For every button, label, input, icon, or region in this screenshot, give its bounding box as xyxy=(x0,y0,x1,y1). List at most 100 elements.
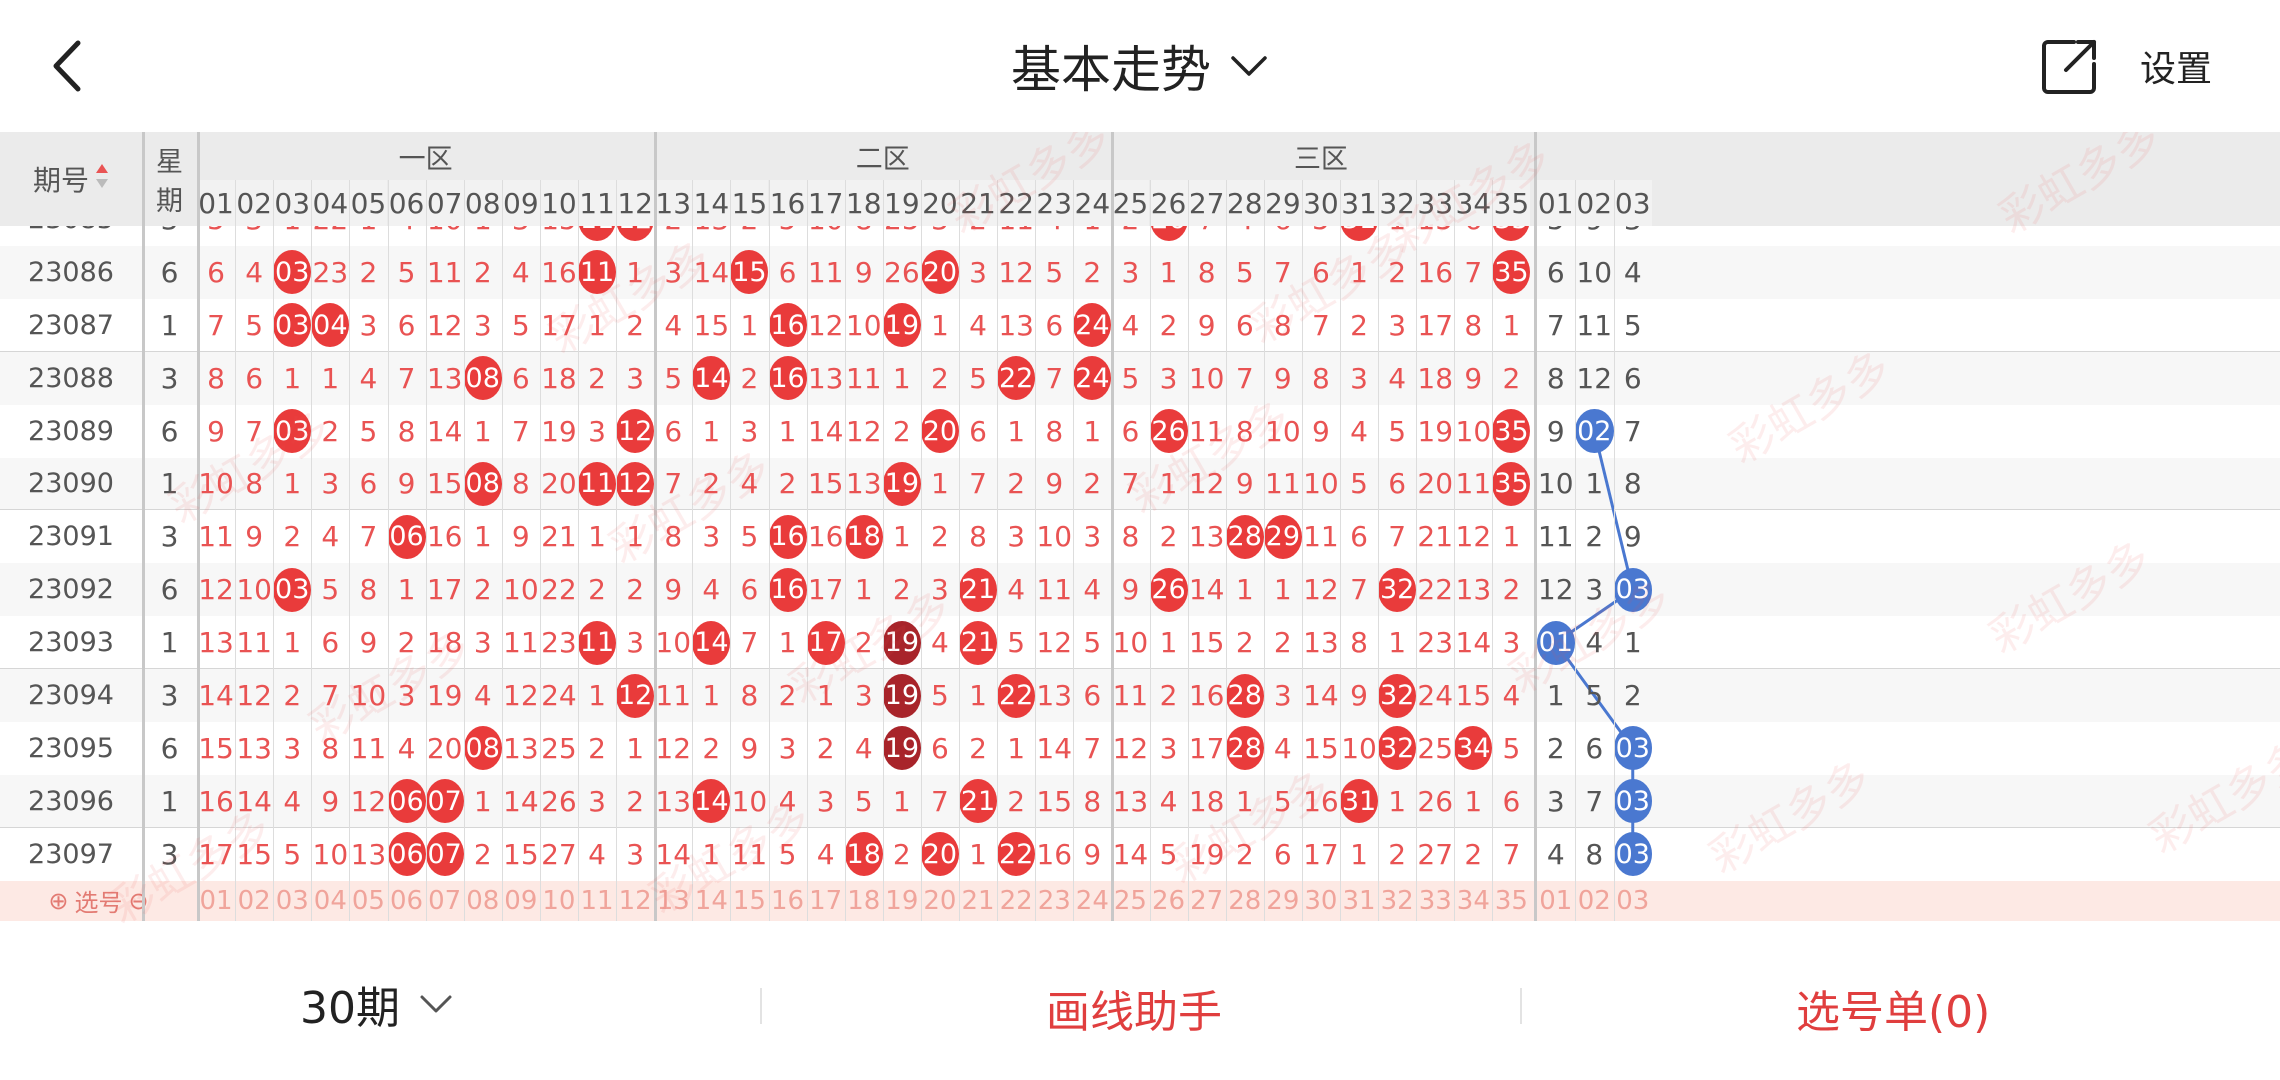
number-cell: 04 xyxy=(311,299,350,352)
title-dropdown[interactable]: 基本走势 xyxy=(1011,30,1269,102)
number-cell: 1 xyxy=(283,361,302,395)
number-cell: 14 xyxy=(1303,679,1339,713)
select-back-number[interactable]: 01 xyxy=(1537,881,1576,921)
select-number[interactable]: 10 xyxy=(540,881,578,921)
number-cell: 1 xyxy=(702,414,721,448)
settings-button[interactable]: 设置 xyxy=(2140,40,2212,92)
select-number[interactable]: 26 xyxy=(1150,881,1188,921)
number-cell: 14 xyxy=(655,837,692,871)
select-number[interactable]: 13 xyxy=(654,881,692,921)
number-cell: 9 xyxy=(1312,414,1330,448)
number-cell: 4 xyxy=(1007,573,1026,607)
number-cell: 13 xyxy=(1036,679,1073,713)
column-header: 22 xyxy=(997,180,1036,226)
number-cell: 2 xyxy=(969,731,987,765)
drawn-number-ball: 20 xyxy=(920,250,959,295)
select-number[interactable]: 06 xyxy=(388,881,426,921)
select-number[interactable]: 02 xyxy=(235,881,273,921)
select-number[interactable]: 31 xyxy=(1340,881,1378,921)
select-number[interactable]: 32 xyxy=(1378,881,1416,921)
number-cell: 16 xyxy=(768,563,807,616)
number-cell: 9 xyxy=(1197,308,1216,342)
select-number[interactable]: 30 xyxy=(1302,881,1340,921)
select-number[interactable]: 19 xyxy=(883,881,921,921)
number-cell: 9 xyxy=(1083,837,1102,871)
select-number[interactable]: 20 xyxy=(921,881,959,921)
column-divider xyxy=(539,180,541,921)
select-number[interactable]: 25 xyxy=(1111,881,1149,921)
select-number[interactable]: 04 xyxy=(311,881,349,921)
column-header: 08 xyxy=(463,180,502,226)
select-number[interactable]: 29 xyxy=(1264,881,1302,921)
select-number[interactable]: 24 xyxy=(1073,881,1111,921)
select-number[interactable]: 27 xyxy=(1188,881,1226,921)
plus-circle-icon: ⊕ xyxy=(48,886,69,915)
trend-table[interactable]: 2308535312214101315111221325108253211412… xyxy=(0,132,2280,932)
selection-list-button[interactable]: 选号单(0) xyxy=(1796,976,1990,1040)
issue-header[interactable]: 期号 xyxy=(0,132,142,226)
drawn-number-ball: 35 xyxy=(1492,461,1531,506)
select-number[interactable]: 16 xyxy=(769,881,807,921)
select-number[interactable]: 15 xyxy=(730,881,768,921)
select-number[interactable]: 01 xyxy=(197,881,235,921)
number-cell: 3 xyxy=(1083,520,1102,554)
number-cell: 1 xyxy=(854,573,873,607)
number-cell: 6 xyxy=(359,467,378,501)
select-number[interactable]: 21 xyxy=(959,881,997,921)
number-cell: 20 xyxy=(426,731,463,765)
select-number[interactable]: 05 xyxy=(349,881,387,921)
number-cell: 6 xyxy=(1273,837,1292,871)
number-cell: 1 xyxy=(1464,784,1483,818)
select-number[interactable]: 11 xyxy=(578,881,616,921)
select-back-number[interactable]: 02 xyxy=(1575,881,1614,921)
number-cell: 3 xyxy=(626,626,645,660)
select-number[interactable]: 03 xyxy=(273,881,311,921)
number-cell: 13 xyxy=(807,361,844,395)
number-cell: 18 xyxy=(844,510,883,563)
number-cell: 20 xyxy=(920,246,959,299)
period-label: 30期 xyxy=(300,983,400,1034)
column-divider xyxy=(692,180,694,921)
select-number[interactable]: 07 xyxy=(426,881,464,921)
number-cell: 1 xyxy=(702,679,721,713)
drawn-number-ball: 28 xyxy=(1225,673,1264,718)
period-selector[interactable]: 30期 xyxy=(300,972,454,1036)
select-number[interactable]: 18 xyxy=(845,881,883,921)
number-cell: 2 xyxy=(892,414,911,448)
drawn-number-ball: 19 xyxy=(882,673,921,718)
back-button[interactable] xyxy=(36,30,100,102)
select-back-number[interactable]: 03 xyxy=(1614,881,1653,921)
draw-assistant-button[interactable]: 画线助手 xyxy=(1046,976,1222,1040)
share-button[interactable] xyxy=(2038,34,2102,98)
number-cell: 8 xyxy=(245,467,264,501)
column-divider xyxy=(882,180,884,921)
select-number[interactable]: 08 xyxy=(464,881,502,921)
number-cell: 2 xyxy=(1159,679,1178,713)
number-cell: 3 xyxy=(473,626,492,660)
select-number[interactable]: 09 xyxy=(502,881,540,921)
number-cell: 12 xyxy=(616,669,655,722)
select-number[interactable]: 28 xyxy=(1226,881,1264,921)
number-cell: 13 xyxy=(1188,520,1225,554)
number-cell: 5 xyxy=(740,520,759,554)
select-number[interactable]: 12 xyxy=(616,881,654,921)
number-cell: 03 xyxy=(273,299,312,352)
number-cell: 17 xyxy=(541,308,577,342)
select-number[interactable]: 14 xyxy=(692,881,730,921)
select-number[interactable]: 17 xyxy=(807,881,845,921)
select-number[interactable]: 23 xyxy=(1035,881,1073,921)
number-cell: 35 xyxy=(1492,405,1531,458)
column-divider xyxy=(1613,180,1615,921)
select-label[interactable]: ⊕ 选号 ⊖ xyxy=(0,881,197,921)
number-cell: 1 xyxy=(969,837,987,871)
select-number[interactable]: 34 xyxy=(1454,881,1492,921)
back-number-cell: 2 xyxy=(1546,731,1565,765)
number-cell: 14 xyxy=(236,784,272,818)
select-number[interactable]: 35 xyxy=(1492,881,1530,921)
number-cell: 3 xyxy=(397,679,416,713)
number-cell: 3 xyxy=(1007,520,1026,554)
issue-cell: 23092 xyxy=(28,574,114,606)
select-number[interactable]: 33 xyxy=(1416,881,1454,921)
select-number[interactable]: 22 xyxy=(997,881,1035,921)
number-cell: 8 xyxy=(1045,414,1064,448)
